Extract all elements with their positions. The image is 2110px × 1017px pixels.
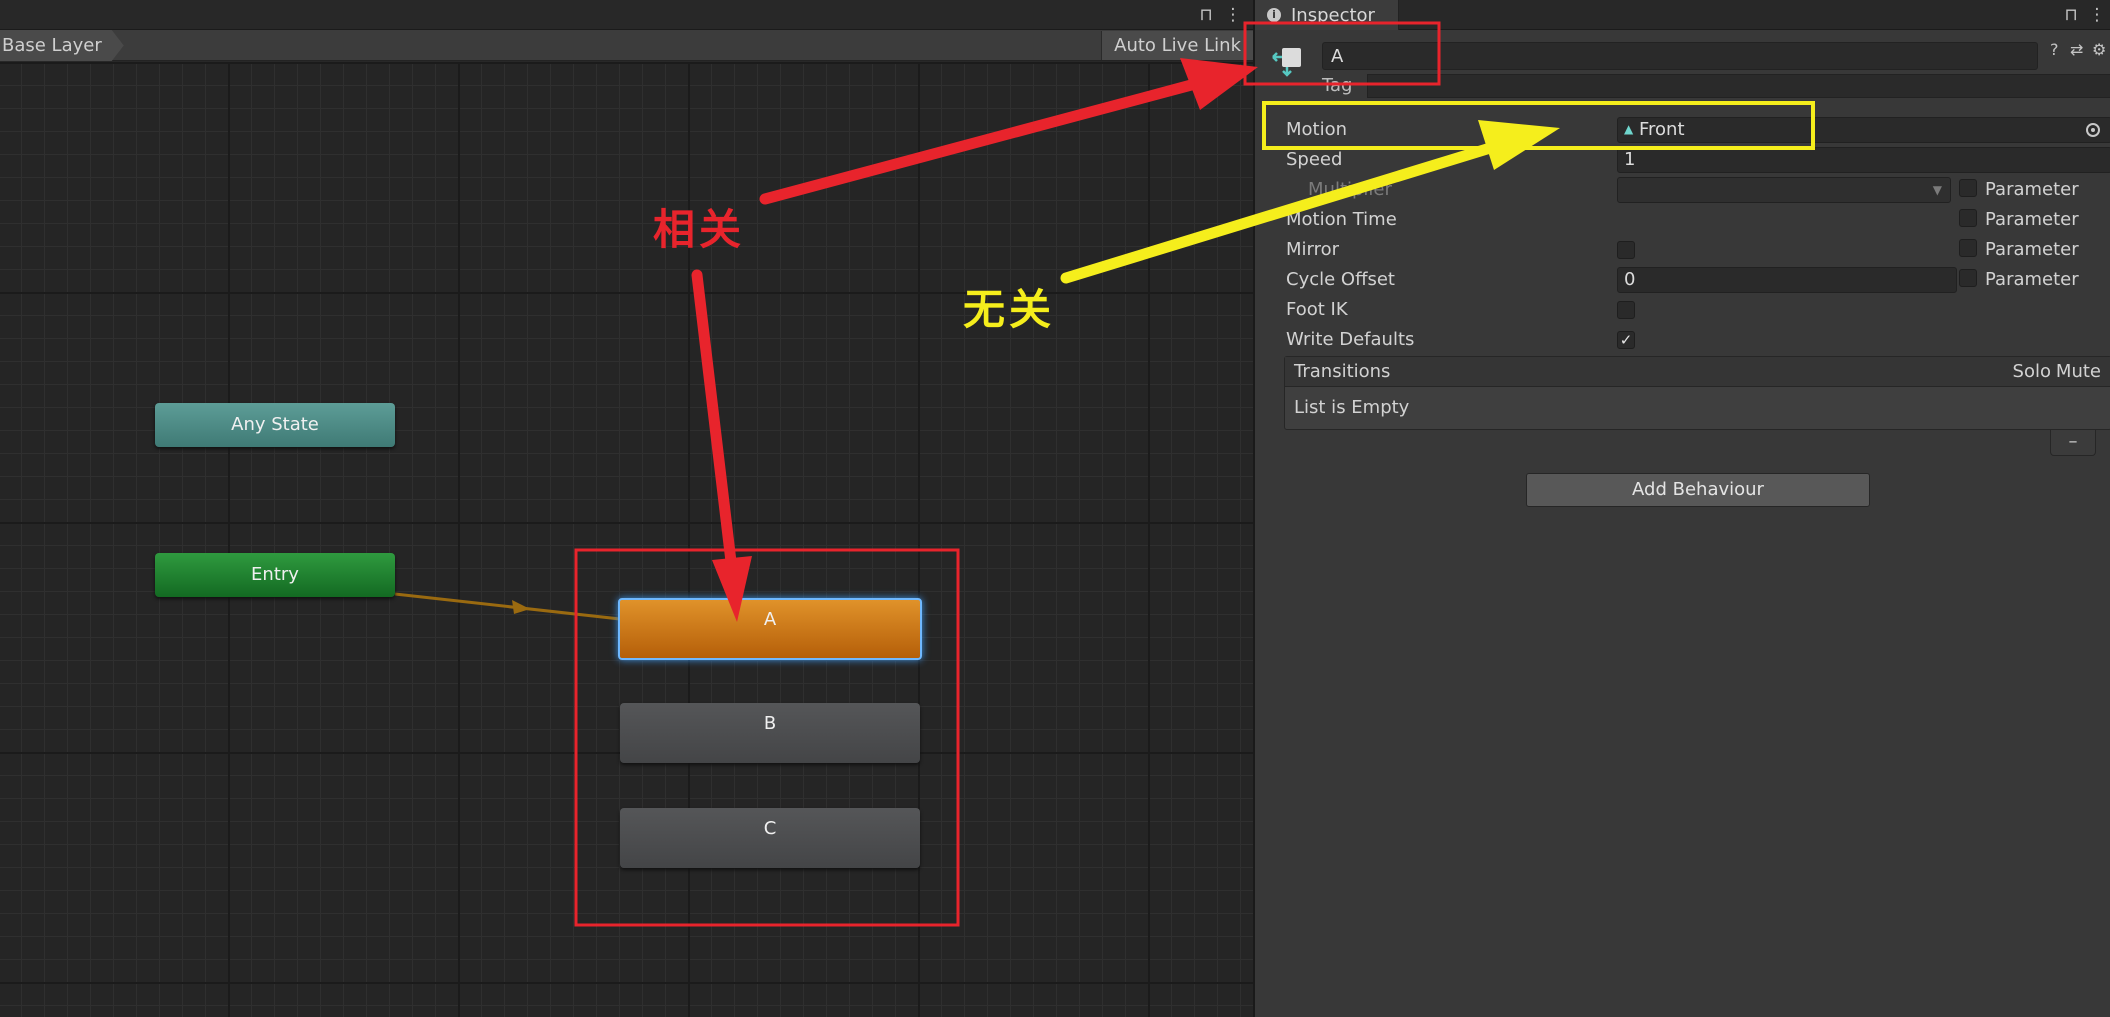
tag-field[interactable] xyxy=(1367,74,2110,98)
state-node-any-state[interactable]: Any State xyxy=(155,403,395,447)
mirror-parameter-checkbox[interactable] xyxy=(1959,239,1977,257)
annotation-related-label: 相关 xyxy=(653,205,746,254)
motion-time-label: Motion Time xyxy=(1286,209,1397,230)
multiplier-parameter-toggle[interactable]: Parameter xyxy=(1959,177,2079,203)
lock-icon[interactable]: ⊓ xyxy=(2061,5,2081,25)
state-node-c[interactable]: C xyxy=(620,808,920,868)
annotation-unrelated-label: 无关 xyxy=(963,285,1056,334)
multiplier-parameter-checkbox[interactable] xyxy=(1959,179,1977,197)
foot-ik-checkbox[interactable] xyxy=(1617,301,1635,319)
write-defaults-checkbox[interactable]: ✓ xyxy=(1617,331,1635,349)
checkmark-icon: ✓ xyxy=(1619,331,1633,349)
tab-inspector[interactable]: i Inspector xyxy=(1255,0,1399,30)
cycle-offset-parameter-label: Parameter xyxy=(1985,269,2079,290)
help-icon[interactable]: ? xyxy=(2050,38,2059,62)
entry-transition-line[interactable] xyxy=(394,592,621,621)
transitions-empty-message: List is Empty xyxy=(1294,397,1410,418)
write-defaults-label: Write Defaults xyxy=(1286,329,1415,350)
inspector-window: i Inspector ⊓ ⋮ A ? ⇄ ⚙ Tag Motion ▲ Fro… xyxy=(1253,0,2110,1017)
cycle-offset-label: Cycle Offset xyxy=(1286,269,1395,290)
motion-label: Motion xyxy=(1286,119,1348,140)
solo-column-header: Solo xyxy=(2012,361,2051,382)
preset-icon[interactable]: ⇄ xyxy=(2070,38,2083,62)
state-node-a[interactable]: A xyxy=(618,598,922,660)
motion-time-parameter-label: Parameter xyxy=(1985,209,2079,230)
kebab-menu-icon[interactable]: ⋮ xyxy=(2087,5,2107,25)
multiplier-parameter-label: Parameter xyxy=(1985,179,2079,200)
state-icon xyxy=(1272,48,1301,77)
animator-window: ⊓ ⋮ Base Layer Auto Live Link Any State … xyxy=(0,0,1253,1017)
mirror-checkbox[interactable] xyxy=(1617,241,1635,259)
mirror-parameter-label: Parameter xyxy=(1985,239,2079,260)
state-node-entry[interactable]: Entry xyxy=(155,553,395,597)
transitions-title: Transitions xyxy=(1294,361,1391,382)
cycle-offset-parameter-toggle[interactable]: Parameter xyxy=(1959,267,2079,293)
motion-time-parameter-toggle[interactable]: Parameter xyxy=(1959,207,2079,233)
dropdown-arrow-icon: ▼ xyxy=(1932,183,1942,197)
motion-clip-icon: ▲ xyxy=(1624,122,1634,136)
multiplier-dropdown[interactable]: ▼ xyxy=(1617,177,1951,203)
cycle-offset-field[interactable]: 0 xyxy=(1617,267,1957,293)
tab-inspector-label: Inspector xyxy=(1291,5,1375,26)
transitions-header: Transitions Solo Mute xyxy=(1285,357,2110,387)
state-name-field[interactable]: A xyxy=(1322,42,2038,70)
transitions-list: Transitions Solo Mute List is Empty xyxy=(1284,356,2110,430)
tag-label: Tag xyxy=(1322,75,1353,96)
add-behaviour-button[interactable]: Add Behaviour xyxy=(1526,473,1870,507)
state-node-b[interactable]: B xyxy=(620,703,920,763)
cycle-offset-parameter-checkbox[interactable] xyxy=(1959,269,1977,287)
inspector-tab-strip: i Inspector ⊓ ⋮ xyxy=(1255,0,2110,30)
speed-field[interactable]: 1 xyxy=(1617,147,2110,173)
foot-ik-label: Foot IK xyxy=(1286,299,1348,320)
info-icon: i xyxy=(1267,8,1281,22)
speed-label: Speed xyxy=(1286,149,1343,170)
object-picker-icon[interactable] xyxy=(2086,123,2100,137)
remove-transition-button[interactable]: – xyxy=(2050,430,2096,456)
multiplier-label: Multiplier xyxy=(1308,179,1392,200)
mirror-label: Mirror xyxy=(1286,239,1340,260)
motion-time-parameter-checkbox[interactable] xyxy=(1959,209,1977,227)
header-icons: ? ⇄ ⚙ xyxy=(2050,38,2110,62)
gear-icon[interactable]: ⚙ xyxy=(2092,38,2106,62)
motion-value: Front xyxy=(1638,119,1685,140)
entry-transition-arrowhead xyxy=(512,600,530,614)
mirror-parameter-toggle[interactable]: Parameter xyxy=(1959,237,2079,263)
motion-field[interactable]: ▲ Front xyxy=(1617,117,2110,143)
mute-column-header: Mute xyxy=(2055,361,2101,382)
